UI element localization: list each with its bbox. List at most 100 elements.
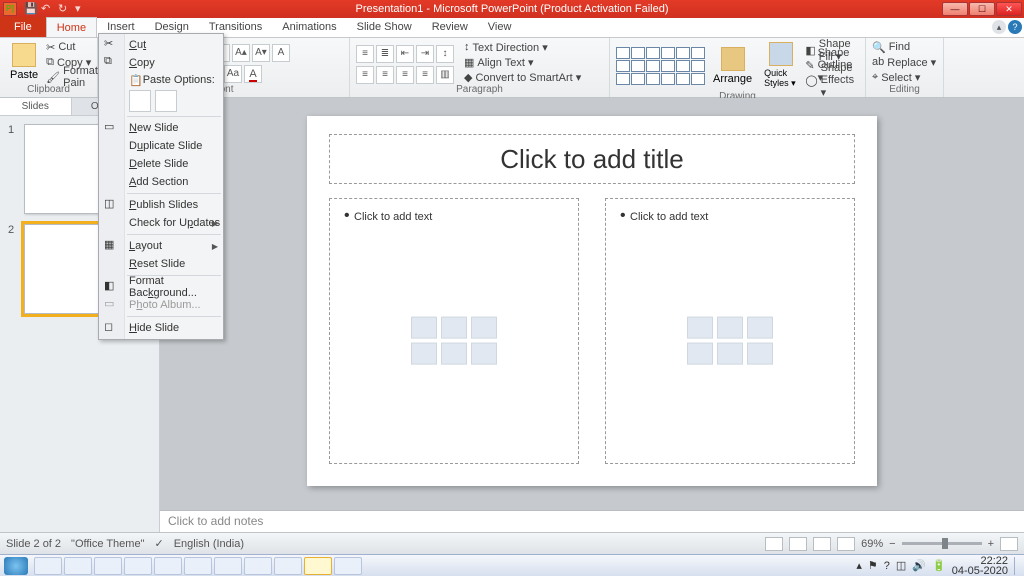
tray-battery-icon[interactable]: 🔋 (932, 559, 946, 572)
text-direction-button[interactable]: ↕Text Direction ▾ (464, 40, 581, 54)
select-button[interactable]: ⌖Select ▾ (872, 70, 936, 84)
clipart-icon[interactable] (441, 343, 467, 365)
align-left-button[interactable]: ≡ (356, 66, 374, 84)
media-icon[interactable] (471, 343, 497, 365)
paste-keep-source-icon[interactable] (129, 90, 151, 112)
taskbar-app[interactable] (154, 557, 182, 575)
content-placeholder-right[interactable]: • Click to add text (605, 198, 855, 464)
table-icon[interactable] (687, 317, 713, 339)
shapes-gallery[interactable] (616, 47, 705, 85)
replace-button[interactable]: abReplace ▾ (872, 55, 936, 69)
justify-button[interactable]: ≡ (416, 66, 434, 84)
ctx-layout[interactable]: ▦Layout▶ (99, 237, 223, 255)
fit-window-button[interactable] (1000, 537, 1018, 551)
zoom-out-button[interactable]: − (889, 538, 895, 550)
show-desktop-button[interactable] (1014, 557, 1020, 575)
spellcheck-icon[interactable]: ✓ (154, 537, 163, 550)
redo-icon[interactable]: ↻ (58, 2, 72, 16)
maximize-button[interactable]: ☐ (969, 2, 995, 16)
media-icon[interactable] (747, 343, 773, 365)
notes-pane[interactable]: Click to add notes (160, 510, 1024, 532)
zoom-in-button[interactable]: + (988, 538, 994, 550)
ctx-publish-slides[interactable]: ◫Publish Slides (99, 196, 223, 214)
picture-icon[interactable] (687, 343, 713, 365)
taskbar-firefox[interactable] (244, 557, 272, 575)
ctx-format-background[interactable]: ◧Format Background... (99, 278, 223, 296)
quick-styles-button[interactable]: Quick Styles ▾ (760, 40, 801, 91)
chart-icon[interactable] (441, 317, 467, 339)
align-right-button[interactable]: ≡ (396, 66, 414, 84)
ctx-check-updates[interactable]: Check for Updates▶ (99, 214, 223, 232)
shrink-font-button[interactable]: A▾ (252, 44, 270, 62)
table-icon[interactable] (411, 317, 437, 339)
slideshow-view-button[interactable] (837, 537, 855, 551)
chart-icon[interactable] (717, 317, 743, 339)
numbering-button[interactable]: ≣ (376, 45, 394, 63)
taskbar-chrome[interactable] (214, 557, 242, 575)
reading-view-button[interactable] (813, 537, 831, 551)
ctx-duplicate-slide[interactable]: Duplicate Slide (99, 137, 223, 155)
format-painter-button[interactable]: 🖌Format Pain (46, 70, 98, 84)
tray-expand-icon[interactable]: ▴ (856, 559, 862, 572)
tab-slideshow[interactable]: Slide Show (347, 17, 422, 37)
panel-tab-slides[interactable]: Slides (0, 98, 72, 115)
line-spacing-button[interactable]: ↕ (436, 45, 454, 63)
paste-button[interactable]: Paste (6, 41, 42, 83)
tray-help-icon[interactable]: ? (884, 560, 890, 572)
clipart-icon[interactable] (717, 343, 743, 365)
content-placeholder-left[interactable]: • Click to add text (329, 198, 579, 464)
file-tab[interactable]: File (0, 17, 46, 37)
slide-canvas[interactable]: Click to add title • Click to add text •… (307, 116, 877, 486)
ctx-new-slide[interactable]: ▭New Slide (99, 119, 223, 137)
sorter-view-button[interactable] (789, 537, 807, 551)
tab-animations[interactable]: Animations (272, 17, 346, 37)
shape-effects-button[interactable]: ◯Shape Effects ▾ (805, 74, 859, 88)
taskbar-photos[interactable] (184, 557, 212, 575)
tray-network-icon[interactable]: ◫ (896, 559, 906, 572)
case-button[interactable]: Aa (224, 65, 242, 83)
ctx-delete-slide[interactable]: Delete Slide (99, 155, 223, 173)
language-indicator[interactable]: English (India) (174, 538, 244, 550)
align-center-button[interactable]: ≡ (376, 66, 394, 84)
taskbar-word[interactable] (334, 557, 362, 575)
align-text-button[interactable]: ▦Align Text ▾ (464, 55, 581, 69)
bullets-button[interactable]: ≡ (356, 45, 374, 63)
tab-view[interactable]: View (478, 17, 522, 37)
taskbar-ie[interactable] (64, 557, 92, 575)
zoom-slider[interactable] (902, 542, 982, 545)
tab-review[interactable]: Review (422, 17, 478, 37)
taskbar-explorer[interactable] (34, 557, 62, 575)
qat-dropdown-icon[interactable]: ▾ (75, 2, 89, 16)
find-button[interactable]: 🔍Find (872, 40, 936, 54)
picture-icon[interactable] (411, 343, 437, 365)
normal-view-button[interactable] (765, 537, 783, 551)
title-placeholder[interactable]: Click to add title (329, 134, 855, 184)
indent-dec-button[interactable]: ⇤ (396, 45, 414, 63)
ctx-cut[interactable]: ✂Cut (99, 36, 223, 54)
save-icon[interactable]: 💾 (24, 2, 38, 16)
clear-format-button[interactable]: A (272, 44, 290, 62)
start-button[interactable] (4, 557, 28, 575)
tab-home[interactable]: Home (46, 17, 97, 37)
tray-volume-icon[interactable]: 🔊 (912, 559, 926, 572)
taskbar-clock[interactable]: 22:22 04-05-2020 (952, 556, 1008, 576)
columns-button[interactable]: ▥ (436, 66, 454, 84)
help-icon[interactable]: ? (1008, 20, 1022, 34)
undo-icon[interactable]: ↶ (41, 2, 55, 16)
arrange-button[interactable]: Arrange (709, 45, 756, 87)
taskbar-mediaplayer[interactable] (94, 557, 122, 575)
cut-button[interactable]: ✂Cut (46, 40, 98, 54)
ctx-reset-slide[interactable]: Reset Slide (99, 255, 223, 273)
ctx-copy[interactable]: ⧉Copy (99, 54, 223, 72)
taskbar-powerpoint[interactable] (304, 557, 332, 575)
taskbar-acrobat[interactable] (274, 557, 302, 575)
ctx-hide-slide[interactable]: ◻Hide Slide (99, 319, 223, 337)
smartart-icon[interactable] (747, 317, 773, 339)
smartart-button[interactable]: ◆Convert to SmartArt ▾ (464, 70, 581, 84)
paste-picture-icon[interactable] (155, 90, 177, 112)
font-color-button[interactable]: A (244, 65, 262, 83)
minimize-button[interactable]: — (942, 2, 968, 16)
minimize-ribbon-icon[interactable]: ▴ (992, 20, 1006, 34)
taskbar-app[interactable] (124, 557, 152, 575)
tray-action-center-icon[interactable]: ⚑ (868, 559, 878, 572)
